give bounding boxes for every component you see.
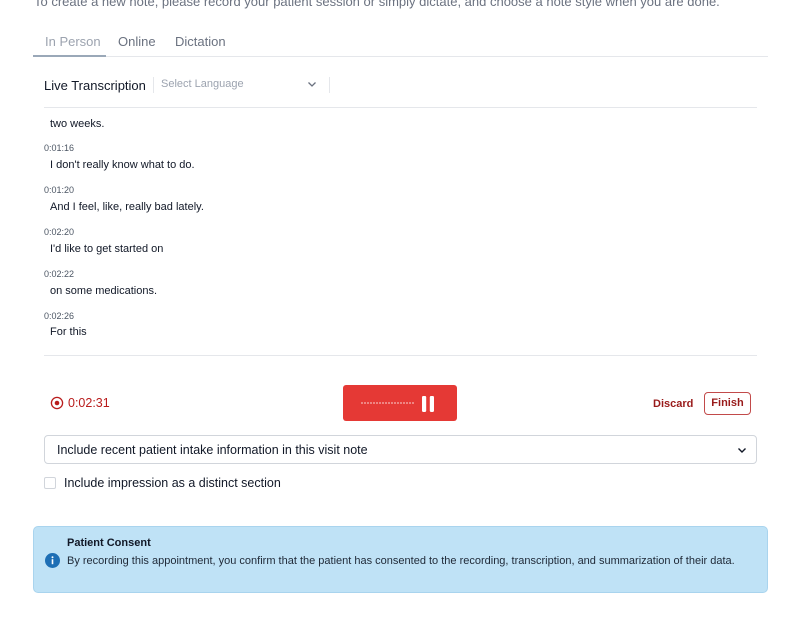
header-divider bbox=[329, 77, 330, 93]
record-icon bbox=[50, 396, 64, 410]
discard-button[interactable]: Discard bbox=[653, 398, 693, 410]
tab-in-person[interactable]: In Person bbox=[45, 34, 101, 49]
header-divider bbox=[153, 77, 154, 93]
elapsed-time: 0:02:31 bbox=[68, 396, 110, 410]
transcript-line: I don't really know what to do. bbox=[50, 159, 195, 171]
transcript-line: on some medications. bbox=[50, 285, 157, 297]
transcription-header: Live Transcription Select Language bbox=[44, 71, 757, 108]
impression-label: Include impression as a distinct section bbox=[64, 476, 281, 490]
consent-title: Patient Consent bbox=[67, 537, 151, 549]
transcript-timestamp: 0:01:16 bbox=[44, 143, 75, 153]
transcript-timestamp: 0:02:22 bbox=[44, 269, 75, 279]
pause-icon bbox=[422, 396, 434, 412]
transcript-timestamp: 0:01:20 bbox=[44, 185, 75, 195]
transcription-title: Live Transcription bbox=[44, 78, 146, 93]
waveform-icon bbox=[361, 402, 415, 404]
transcript-timestamp: 0:02:26 bbox=[44, 311, 75, 321]
language-placeholder: Select Language bbox=[161, 78, 244, 90]
transcript-line: For this bbox=[50, 326, 87, 338]
pause-recording-button[interactable] bbox=[343, 385, 457, 421]
mode-tabs: In Person Online Dictation bbox=[33, 30, 768, 57]
transcript-line: And I feel, like, really bad lately. bbox=[50, 201, 204, 213]
tab-dictation[interactable]: Dictation bbox=[175, 34, 226, 49]
chevron-down-icon bbox=[308, 82, 316, 87]
transcript-timestamp: 0:02:20 bbox=[44, 227, 75, 237]
tab-online[interactable]: Online bbox=[118, 34, 156, 49]
intro-text: To create a new note, please record your… bbox=[34, 0, 720, 9]
active-tab-indicator bbox=[33, 55, 106, 57]
language-select[interactable]: Select Language bbox=[161, 75, 321, 95]
consent-text: By recording this appointment, you confi… bbox=[67, 555, 735, 567]
consent-banner: Patient Consent By recording this appoin… bbox=[33, 526, 768, 593]
finish-button[interactable]: Finish bbox=[704, 392, 751, 415]
info-icon bbox=[45, 553, 60, 568]
transcript-panel: two weeks. 0:01:16 I don't really know w… bbox=[44, 108, 757, 356]
transcript-line: I'd like to get started on bbox=[50, 243, 164, 255]
recording-controls: 0:02:31 Discard Finish bbox=[44, 384, 757, 424]
chevron-down-icon bbox=[738, 448, 746, 453]
intake-selected-value: Include recent patient intake informatio… bbox=[57, 443, 368, 457]
impression-checkbox[interactable] bbox=[44, 477, 56, 489]
intake-info-select[interactable]: Include recent patient intake informatio… bbox=[44, 435, 757, 464]
transcript-line: two weeks. bbox=[50, 118, 105, 130]
